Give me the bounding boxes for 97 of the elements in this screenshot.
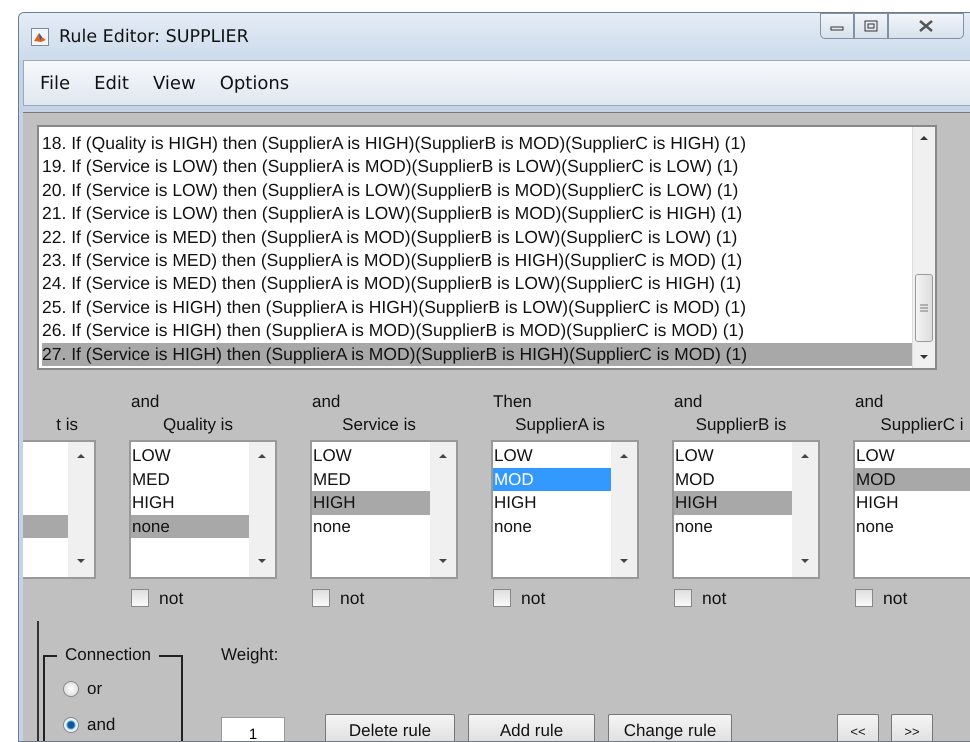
list-item[interactable]: MOD <box>674 468 792 491</box>
down-arrow-icon[interactable] <box>257 557 267 565</box>
action-button[interactable]: Change rule <box>608 714 732 741</box>
up-arrow-icon[interactable] <box>76 452 86 460</box>
checkbox-label: not <box>702 588 726 608</box>
nav-button[interactable]: << <box>837 714 879 741</box>
connective-label: and <box>131 392 160 413</box>
option-list[interactable]: LOW MOD HIGH none <box>491 440 639 579</box>
menu-item[interactable]: File <box>30 68 80 98</box>
down-arrow-icon[interactable] <box>919 353 929 361</box>
checkbox[interactable] <box>312 589 330 607</box>
list-item[interactable]: none <box>312 514 430 538</box>
option-list[interactable]: LOW MOD HIGH none <box>672 440 820 579</box>
rule-list[interactable] <box>37 125 937 370</box>
variable-label: SupplierB is <box>696 415 786 435</box>
action-button[interactable]: Add rule <box>468 714 595 741</box>
radio-label: and <box>87 715 116 735</box>
scrollbar[interactable] <box>611 442 637 577</box>
checkbox[interactable] <box>674 589 692 607</box>
checkbox[interactable] <box>855 589 873 607</box>
window-title: Rule Editor: SUPPLIER <box>59 26 250 46</box>
menu-item[interactable]: Options <box>210 68 300 98</box>
app-icon <box>31 28 49 46</box>
list-item[interactable]: LOW <box>493 444 611 468</box>
list-item[interactable]: MED <box>131 468 249 491</box>
list-item[interactable]: HIGH <box>131 491 249 514</box>
option-list[interactable]: LOW MED HIGH none <box>310 440 458 579</box>
list-item[interactable]: none <box>674 514 792 538</box>
rule-row[interactable]: 22. If (Service is MED) then (SupplierA is MOD)(SupplierB is LOW)(SupplierC is LOW) (1) <box>42 226 912 249</box>
down-arrow-icon[interactable] <box>438 557 448 565</box>
down-arrow-icon[interactable] <box>619 557 629 565</box>
nav-button[interactable]: >> <box>891 714 933 741</box>
radio-button[interactable] <box>63 717 79 733</box>
up-arrow-icon[interactable] <box>919 134 929 142</box>
rule-row[interactable]: 27. If (Service is HIGH) then (SupplierA is MOD)(SupplierB is HIGH)(SupplierC is MOD) (1) <box>42 342 912 366</box>
minimize-button[interactable] <box>820 13 854 39</box>
checkbox[interactable] <box>131 589 149 607</box>
list-item[interactable]: LOW <box>312 444 430 468</box>
list-item[interactable]: LOW <box>131 444 249 468</box>
scrollbar[interactable] <box>68 442 94 577</box>
rule-row[interactable]: 18. If (Quality is HIGH) then (SupplierA is HIGH)(SupplierB is MOD)(SupplierC is HIGH) (1) <box>42 132 912 156</box>
close-button[interactable] <box>888 13 964 39</box>
checkbox-label: not <box>340 588 364 608</box>
option-list[interactable]: LOW MED HIGH none <box>129 440 277 579</box>
checkbox-label: not <box>521 588 546 608</box>
rule-row[interactable]: 25. If (Service is HIGH) then (SupplierA is HIGH)(SupplierB is LOW)(SupplierC is MOD) (1) <box>42 296 912 320</box>
maximize-icon <box>864 20 878 32</box>
close-icon <box>918 20 934 32</box>
variable-label: Service is <box>342 415 416 435</box>
connective-label: and <box>312 392 342 413</box>
weight-field[interactable]: 1 <box>221 717 285 741</box>
up-arrow-icon[interactable] <box>800 452 810 460</box>
weight-label: Weight: <box>221 645 280 665</box>
radio-button[interactable] <box>63 681 79 697</box>
rule-row[interactable]: 26. If (Service is HIGH) then (SupplierA is MOD)(SupplierB is MOD)(SupplierC is MOD) (1) <box>42 319 912 343</box>
list-item[interactable]: none <box>493 514 611 538</box>
maximize-button[interactable] <box>854 13 888 39</box>
down-arrow-icon[interactable] <box>76 557 86 565</box>
list-item[interactable]: HIGH <box>312 491 430 514</box>
list-item[interactable]: HIGH <box>674 491 792 514</box>
scrollbar[interactable] <box>792 442 818 577</box>
rule-row[interactable]: 20. If (Service is LOW) then (SupplierA is LOW)(SupplierB is MOD)(SupplierC is LOW) (1) <box>42 178 912 202</box>
connective-label: and <box>674 392 704 413</box>
checkbox-label: not <box>883 588 908 608</box>
up-arrow-icon[interactable] <box>438 452 448 460</box>
menu-item[interactable]: Edit <box>84 68 139 98</box>
up-arrow-icon[interactable] <box>619 452 629 460</box>
rule-row[interactable]: 19. If (Service is LOW) then (SupplierA is MOD)(SupplierB is LOW)(SupplierC is LOW) (1) <box>42 155 912 179</box>
rule-row[interactable]: 24. If (Service is MED) then (SupplierA is MOD)(SupplierB is LOW)(SupplierC is HIGH) (1) <box>42 272 912 296</box>
action-button[interactable]: Delete rule <box>325 714 455 741</box>
rule-row[interactable]: 23. If (Service is MED) then (SupplierA is MOD)(SupplierB is HIGH)(SupplierC is MOD) (1) <box>42 248 912 272</box>
menu-item[interactable]: View <box>142 68 206 98</box>
list-item[interactable]: MOD <box>855 468 970 491</box>
checkbox-label: not <box>159 588 184 608</box>
variable-label: SupplierA is <box>515 415 605 435</box>
scrollbar[interactable] <box>249 442 275 577</box>
connective-label: Then <box>493 392 533 413</box>
radio-label: or <box>87 679 102 699</box>
list-item[interactable]: MED <box>312 468 430 491</box>
connective-label: and <box>855 392 884 413</box>
list-item[interactable]: LOW <box>855 444 970 468</box>
variable-label: t is <box>56 415 78 435</box>
scrollbar[interactable] <box>912 127 935 368</box>
grip-icon <box>919 303 929 313</box>
down-arrow-icon[interactable] <box>800 557 810 565</box>
list-item[interactable]: HIGH <box>493 491 611 514</box>
rule-row[interactable]: 21. If (Service is LOW) then (SupplierA is LOW)(SupplierB is MOD)(SupplierC is HIGH) (1) <box>42 202 912 226</box>
up-arrow-icon[interactable] <box>257 452 267 460</box>
list-item[interactable]: LOW <box>674 444 792 468</box>
scrollbar[interactable] <box>430 442 456 577</box>
option-list[interactable]: LOW MOD HIGH none <box>853 440 970 579</box>
variable-label: SupplierC i <box>880 415 964 435</box>
variable-label: Quality is <box>163 415 233 435</box>
list-item[interactable]: HIGH <box>855 491 970 514</box>
list-item[interactable]: none <box>131 514 249 538</box>
list-item[interactable]: none <box>855 514 970 538</box>
checkbox[interactable] <box>493 589 511 607</box>
